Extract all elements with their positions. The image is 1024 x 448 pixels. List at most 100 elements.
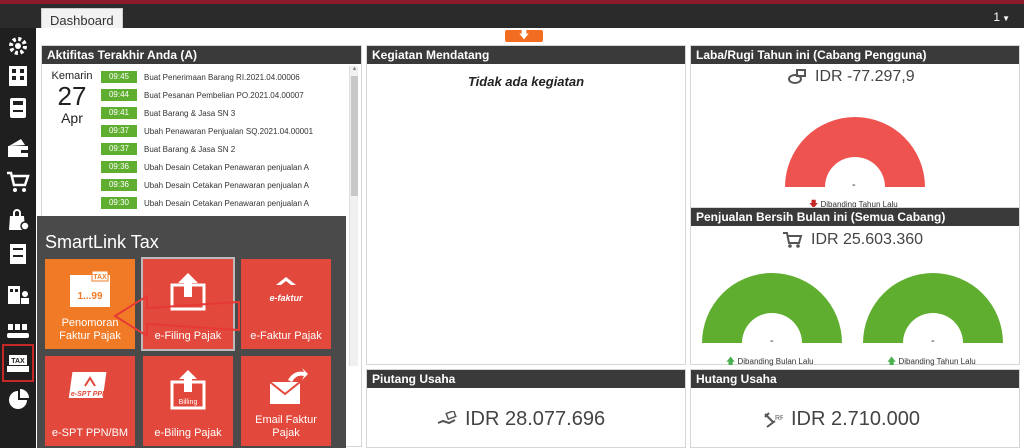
list-item[interactable]: 09:44 Buat Pesanan Pembelian PO.2021.04.0…: [101, 86, 351, 104]
calculator-icon[interactable]: [6, 96, 30, 120]
tile-ebilling[interactable]: Billing e-Biling Pajak: [143, 356, 233, 446]
archive-icon[interactable]: [6, 242, 30, 266]
upcoming-empty-text: Tidak ada kegiatan: [467, 74, 585, 89]
notification-count-value: 1: [993, 10, 1001, 24]
tile-email-faktur[interactable]: Email Faktur Pajak: [241, 356, 331, 446]
net-sales-gauge-year-arc: [863, 273, 1003, 343]
payables-panel-title: Hutang Usaha: [691, 370, 1019, 388]
list-item[interactable]: 09:45 Buat Penerimaan Barang RI.2021.04.0…: [101, 68, 351, 86]
profit-amount-value: IDR -77.297,9: [815, 68, 915, 85]
tile-number-range-label: 1...99: [77, 291, 102, 302]
net-sales-amount-value: IDR 25.603.360: [811, 231, 924, 248]
profit-gauge-dash: -: [852, 179, 856, 191]
receivables-panel: Piutang Usaha IDR 28.077.696: [366, 369, 686, 448]
cart-icon[interactable]: [6, 170, 30, 194]
espt-icon: e-SPT PPN: [45, 368, 135, 408]
payables-panel: Hutang Usaha RP IDR 2.710.000: [690, 369, 1020, 448]
collapse-toggle-button[interactable]: 🡇: [505, 30, 543, 42]
production-icon[interactable]: [6, 318, 30, 342]
activity-time: 09:45: [101, 71, 137, 83]
tile-efaktur[interactable]: e-faktur e-Faktur Pajak: [241, 259, 331, 349]
net-sales-gauge-month-arc: [702, 273, 842, 343]
tile-label: e-SPT PPN/BM: [51, 427, 129, 439]
profit-amount: IDR -77.297,9: [787, 68, 915, 86]
svg-text:TAX: TAX: [11, 358, 25, 365]
activity-text: Buat Barang & Jasa SN 3: [144, 108, 236, 118]
net-sales-panel: Penjualan Bersih Bulan ini (Semua Cabang…: [690, 207, 1020, 366]
arrow-down-icon: 🡇: [518, 30, 530, 41]
scroll-up-icon[interactable]: ▲: [350, 66, 359, 72]
tile-label: e-Faktur Pajak: [250, 330, 322, 342]
net-sales-year-dash: -: [931, 335, 935, 347]
arrow-up-icon: 🡅: [887, 356, 897, 366]
espt-icon-label: e-SPT PPN: [71, 391, 108, 398]
activity-time: 09:37: [101, 143, 137, 155]
smartlink-title: SmartLink Tax: [45, 232, 159, 252]
notification-count[interactable]: 1 ▼: [993, 10, 1010, 24]
payables-amount: RP IDR 2.710.000: [763, 408, 920, 431]
shopping-bag-icon[interactable]: [6, 208, 30, 232]
profit-panel: Laba/Rugi Tahun ini (Cabang Pengguna) ID…: [690, 45, 1020, 218]
activity-time: 09:36: [101, 161, 137, 173]
arrow-up-icon: 🡅: [726, 356, 736, 366]
list-item[interactable]: 09:41 Buat Barang & Jasa SN 3: [101, 104, 351, 122]
list-item[interactable]: 09:36 Ubah Desain Cetakan Penawaran penju…: [101, 158, 351, 176]
email-share-icon: [241, 368, 331, 408]
activity-text: Ubah Penawaran Penjualan SQ.2021.04.0000…: [144, 126, 314, 136]
upcoming-panel: Kegiatan Mendatang Tidak ada kegiatan: [366, 45, 686, 365]
money-icon: [787, 68, 807, 86]
efaktur-icon-label: e-faktur: [269, 293, 303, 303]
net-sales-month-dash: -: [770, 335, 774, 347]
activity-date: Kemarin 27 Apr: [48, 70, 96, 126]
activity-time: 09:41: [101, 107, 137, 119]
scroll-thumb[interactable]: [351, 76, 358, 196]
net-sales-month-note: 🡅 Dibanding Bulan Lalu: [726, 354, 814, 370]
wallet-icon[interactable]: [6, 136, 30, 160]
activity-text: Ubah Desain Cetakan Penawaran penjualan …: [144, 198, 310, 208]
tile-tax-icon-label: TAX: [93, 274, 107, 281]
net-sales-panel-title: Penjualan Bersih Bulan ini (Semua Cabang…: [691, 208, 1019, 226]
building-user-icon[interactable]: [6, 282, 30, 306]
activity-panel-title: Aktifitas Terakhir Anda (A): [42, 46, 361, 64]
money-out-icon: RP: [763, 411, 785, 429]
cart-icon: [783, 231, 803, 249]
activity-time: 09:44: [101, 89, 137, 101]
gear-icon[interactable]: [6, 34, 30, 58]
date-day: 27: [57, 81, 87, 111]
list-item[interactable]: 09:37 Buat Barang & Jasa SN 2: [101, 140, 351, 158]
activity-time: 09:30: [101, 197, 137, 209]
building-icon[interactable]: [6, 64, 30, 88]
upcoming-panel-title: Kegiatan Mendatang: [367, 46, 685, 64]
list-item[interactable]: 09:37 Ubah Penawaran Penjualan SQ.2021.04…: [101, 122, 351, 140]
payables-amount-value: IDR 2.710.000: [791, 408, 920, 430]
efaktur-icon: e-faktur: [241, 271, 331, 311]
svg-text:RP: RP: [775, 415, 783, 422]
tile-label: Email Faktur Pajak: [255, 414, 317, 439]
annotation-arrow-icon: [113, 294, 240, 338]
activity-text: Buat Pesanan Pembelian PO.2021.04.00007: [144, 90, 304, 100]
net-sales-amount: IDR 25.603.360: [783, 231, 923, 249]
tile-espt[interactable]: e-SPT PPN e-SPT PPN/BM: [45, 356, 135, 446]
net-sales-year-note: 🡅 Dibanding Tahun Lalu: [887, 354, 976, 370]
list-item[interactable]: 09:36 Ubah Desain Cetakan Penawaran penju…: [101, 176, 351, 194]
activity-scrollbar[interactable]: ▲: [349, 66, 358, 366]
receivables-amount-value: IDR 28.077.696: [465, 408, 606, 430]
activity-list: 09:45 Buat Penerimaan Barang RI.2021.04.0…: [101, 68, 351, 212]
tile-label: e-Biling Pajak: [154, 427, 222, 439]
net-sales-year-note-text: Dibanding Tahun Lalu: [898, 357, 976, 366]
billing-icon-label: Billing: [179, 399, 198, 406]
pie-chart-icon[interactable]: [6, 388, 30, 412]
profit-gauge-arc: [785, 117, 925, 187]
activity-text: Buat Barang & Jasa SN 2: [144, 144, 236, 154]
sidebar: TAX: [0, 28, 36, 448]
profit-panel-title: Laba/Rugi Tahun ini (Cabang Pengguna): [691, 46, 1019, 64]
activity-text: Buat Penerimaan Barang RI.2021.04.00006: [144, 72, 300, 82]
receivables-amount: IDR 28.077.696: [437, 408, 605, 431]
hand-money-icon: [437, 409, 457, 429]
chevron-down-icon: ▼: [1002, 14, 1010, 23]
billing-upload-icon: Billing: [143, 368, 233, 410]
tax-icon[interactable]: TAX: [2, 344, 34, 382]
smartlink-tax-panel: SmartLink Tax TAX 1...99 Penomoran Faktu…: [37, 216, 346, 448]
activity-text: Ubah Desain Cetakan Penawaran penjualan …: [144, 162, 310, 172]
list-item[interactable]: 09:30 Ubah Desain Cetakan Penawaran penju…: [101, 194, 351, 212]
